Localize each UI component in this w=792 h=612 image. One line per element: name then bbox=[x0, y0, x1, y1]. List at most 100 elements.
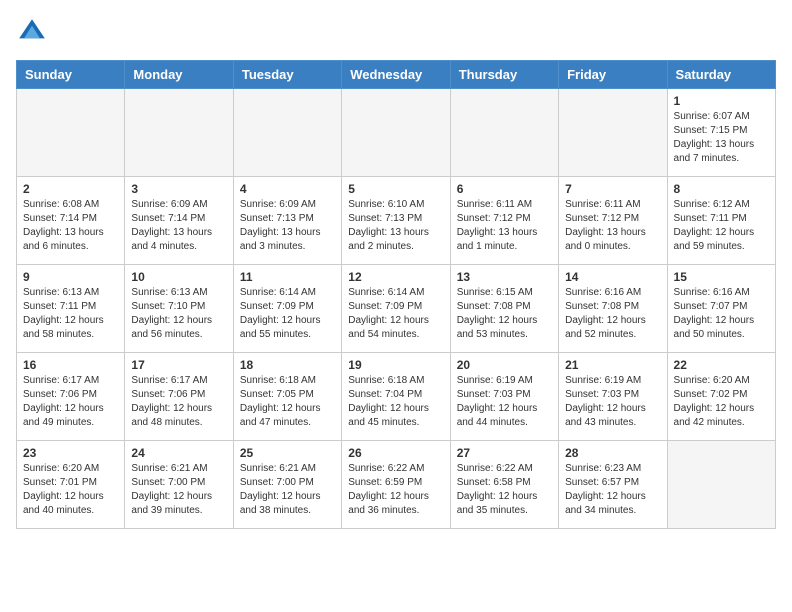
day-info: Sunrise: 6:20 AMSunset: 7:02 PMDaylight:… bbox=[674, 374, 769, 430]
day-info: Sunrise: 6:07 AMSunset: 7:15 PMDaylight:… bbox=[674, 110, 769, 166]
calendar-cell: 4 Sunrise: 6:09 AMSunset: 7:13 PMDaylight… bbox=[233, 177, 341, 265]
calendar-cell: 20Sunrise: 6:19 AMSunset: 7:03 PMDayligh… bbox=[450, 353, 558, 441]
calendar-cell bbox=[342, 89, 450, 177]
day-number: 15 bbox=[674, 270, 769, 284]
calendar-cell: 10 Sunrise: 6:13 AMSunset: 7:10 PMDayligh… bbox=[125, 265, 233, 353]
day-info: Sunrise: 6:18 AMSunset: 7:05 PMDaylight:… bbox=[240, 374, 335, 430]
day-info: Sunrise: 6:23 AMSunset: 6:57 PMDaylight:… bbox=[565, 462, 660, 518]
logo bbox=[16, 16, 52, 48]
col-header-tuesday: Tuesday bbox=[233, 61, 341, 89]
calendar-cell: 8 Sunrise: 6:12 AMSunset: 7:11 PMDaylight… bbox=[667, 177, 775, 265]
week-row-1: 1 Sunrise: 6:07 AMSunset: 7:15 PMDaylight… bbox=[17, 89, 776, 177]
day-number: 1 bbox=[674, 94, 769, 108]
day-info: Sunrise: 6:12 AMSunset: 7:11 PMDaylight:… bbox=[674, 198, 769, 254]
day-number: 22 bbox=[674, 358, 769, 372]
day-number: 13 bbox=[457, 270, 552, 284]
col-header-sunday: Sunday bbox=[17, 61, 125, 89]
day-number: 14 bbox=[565, 270, 660, 284]
col-header-saturday: Saturday bbox=[667, 61, 775, 89]
day-number: 21 bbox=[565, 358, 660, 372]
calendar-cell: 25 Sunrise: 6:21 AMSunset: 7:00 PMDayligh… bbox=[233, 441, 341, 529]
day-number: 4 bbox=[240, 182, 335, 196]
day-number: 8 bbox=[674, 182, 769, 196]
day-number: 6 bbox=[457, 182, 552, 196]
day-number: 11 bbox=[240, 270, 335, 284]
day-info: Sunrise: 6:13 AMSunset: 7:11 PMDaylight:… bbox=[23, 286, 118, 342]
day-info: Sunrise: 6:14 AMSunset: 7:09 PMDaylight:… bbox=[240, 286, 335, 342]
day-info: Sunrise: 6:16 AMSunset: 7:07 PMDaylight:… bbox=[674, 286, 769, 342]
col-header-monday: Monday bbox=[125, 61, 233, 89]
calendar-cell: 9 Sunrise: 6:13 AMSunset: 7:11 PMDaylight… bbox=[17, 265, 125, 353]
day-info: Sunrise: 6:11 AMSunset: 7:12 PMDaylight:… bbox=[457, 198, 552, 254]
day-info: Sunrise: 6:08 AMSunset: 7:14 PMDaylight:… bbox=[23, 198, 118, 254]
calendar-cell bbox=[17, 89, 125, 177]
calendar-cell: 12 Sunrise: 6:14 AMSunset: 7:09 PMDayligh… bbox=[342, 265, 450, 353]
day-number: 7 bbox=[565, 182, 660, 196]
day-number: 25 bbox=[240, 446, 335, 460]
calendar-cell: 21 Sunrise: 6:19 AMSunset: 7:03 PMDayligh… bbox=[559, 353, 667, 441]
day-info: Sunrise: 6:19 AMSunset: 7:03 PMDaylight:… bbox=[457, 374, 552, 430]
week-row-4: 16 Sunrise: 6:17 AMSunset: 7:06 PMDayligh… bbox=[17, 353, 776, 441]
calendar-cell: 19Sunrise: 6:18 AMSunset: 7:04 PMDayligh… bbox=[342, 353, 450, 441]
calendar-cell: 1 Sunrise: 6:07 AMSunset: 7:15 PMDaylight… bbox=[667, 89, 775, 177]
day-number: 16 bbox=[23, 358, 118, 372]
day-number: 26 bbox=[348, 446, 443, 460]
day-info: Sunrise: 6:10 AMSunset: 7:13 PMDaylight:… bbox=[348, 198, 443, 254]
col-header-thursday: Thursday bbox=[450, 61, 558, 89]
day-info: Sunrise: 6:14 AMSunset: 7:09 PMDaylight:… bbox=[348, 286, 443, 342]
day-info: Sunrise: 6:20 AMSunset: 7:01 PMDaylight:… bbox=[23, 462, 118, 518]
day-number: 5 bbox=[348, 182, 443, 196]
calendar-cell: 28 Sunrise: 6:23 AMSunset: 6:57 PMDayligh… bbox=[559, 441, 667, 529]
day-number: 28 bbox=[565, 446, 660, 460]
calendar-cell: 16Sunrise: 6:17 AMSunset: 7:06 PMDayligh… bbox=[17, 353, 125, 441]
day-number: 19 bbox=[348, 358, 443, 372]
calendar-table: SundayMondayTuesdayWednesdayThursdayFrid… bbox=[16, 60, 776, 529]
calendar-cell: 24 Sunrise: 6:21 AMSunset: 7:00 PMDayligh… bbox=[125, 441, 233, 529]
calendar-cell: 3 Sunrise: 6:09 AMSunset: 7:14 PMDaylight… bbox=[125, 177, 233, 265]
calendar-cell bbox=[450, 89, 558, 177]
calendar-cell bbox=[667, 441, 775, 529]
day-number: 18 bbox=[240, 358, 335, 372]
col-header-friday: Friday bbox=[559, 61, 667, 89]
calendar-cell bbox=[559, 89, 667, 177]
day-info: Sunrise: 6:13 AMSunset: 7:10 PMDaylight:… bbox=[131, 286, 226, 342]
day-info: Sunrise: 6:09 AMSunset: 7:14 PMDaylight:… bbox=[131, 198, 226, 254]
day-number: 27 bbox=[457, 446, 552, 460]
day-number: 9 bbox=[23, 270, 118, 284]
day-info: Sunrise: 6:22 AMSunset: 6:59 PMDaylight:… bbox=[348, 462, 443, 518]
day-info: Sunrise: 6:09 AMSunset: 7:13 PMDaylight:… bbox=[240, 198, 335, 254]
calendar-cell: 11 Sunrise: 6:14 AMSunset: 7:09 PMDayligh… bbox=[233, 265, 341, 353]
day-info: Sunrise: 6:16 AMSunset: 7:08 PMDaylight:… bbox=[565, 286, 660, 342]
day-number: 3 bbox=[131, 182, 226, 196]
day-number: 23 bbox=[23, 446, 118, 460]
calendar-cell: 26 Sunrise: 6:22 AMSunset: 6:59 PMDayligh… bbox=[342, 441, 450, 529]
calendar-cell bbox=[233, 89, 341, 177]
day-info: Sunrise: 6:21 AMSunset: 7:00 PMDaylight:… bbox=[240, 462, 335, 518]
day-info: Sunrise: 6:15 AMSunset: 7:08 PMDaylight:… bbox=[457, 286, 552, 342]
calendar-cell: 17Sunrise: 6:17 AMSunset: 7:06 PMDayligh… bbox=[125, 353, 233, 441]
calendar-cell: 15 Sunrise: 6:16 AMSunset: 7:07 PMDayligh… bbox=[667, 265, 775, 353]
calendar-cell: 2 Sunrise: 6:08 AMSunset: 7:14 PMDaylight… bbox=[17, 177, 125, 265]
page-header bbox=[16, 16, 776, 48]
week-row-3: 9 Sunrise: 6:13 AMSunset: 7:11 PMDaylight… bbox=[17, 265, 776, 353]
calendar-cell: 18 Sunrise: 6:18 AMSunset: 7:05 PMDayligh… bbox=[233, 353, 341, 441]
day-number: 24 bbox=[131, 446, 226, 460]
logo-icon bbox=[16, 16, 48, 48]
day-number: 10 bbox=[131, 270, 226, 284]
calendar-cell: 14 Sunrise: 6:16 AMSunset: 7:08 PMDayligh… bbox=[559, 265, 667, 353]
day-info: Sunrise: 6:17 AMSunset: 7:06 PMDaylight:… bbox=[131, 374, 226, 430]
calendar-cell: 27 Sunrise: 6:22 AMSunset: 6:58 PMDayligh… bbox=[450, 441, 558, 529]
calendar-cell: 23 Sunrise: 6:20 AMSunset: 7:01 PMDayligh… bbox=[17, 441, 125, 529]
calendar-cell: 22 Sunrise: 6:20 AMSunset: 7:02 PMDayligh… bbox=[667, 353, 775, 441]
day-number: 2 bbox=[23, 182, 118, 196]
week-row-5: 23 Sunrise: 6:20 AMSunset: 7:01 PMDayligh… bbox=[17, 441, 776, 529]
day-number: 12 bbox=[348, 270, 443, 284]
day-info: Sunrise: 6:21 AMSunset: 7:00 PMDaylight:… bbox=[131, 462, 226, 518]
calendar-header-row: SundayMondayTuesdayWednesdayThursdayFrid… bbox=[17, 61, 776, 89]
calendar-cell bbox=[125, 89, 233, 177]
week-row-2: 2 Sunrise: 6:08 AMSunset: 7:14 PMDaylight… bbox=[17, 177, 776, 265]
day-info: Sunrise: 6:19 AMSunset: 7:03 PMDaylight:… bbox=[565, 374, 660, 430]
day-info: Sunrise: 6:11 AMSunset: 7:12 PMDaylight:… bbox=[565, 198, 660, 254]
col-header-wednesday: Wednesday bbox=[342, 61, 450, 89]
day-info: Sunrise: 6:22 AMSunset: 6:58 PMDaylight:… bbox=[457, 462, 552, 518]
